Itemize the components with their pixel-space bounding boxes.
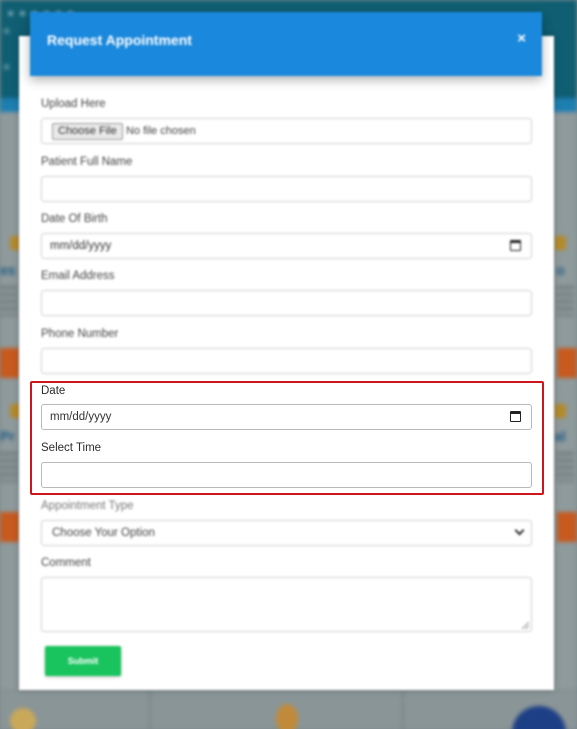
date-label: Date <box>41 385 66 397</box>
submit-button[interactable]: Submit <box>45 646 121 676</box>
background-button <box>0 348 20 378</box>
select-time-label: Select Time <box>41 442 102 454</box>
patient-name-label: Patient Full Name <box>41 156 133 168</box>
background-badge <box>554 236 566 250</box>
select-time-input[interactable] <box>41 462 532 488</box>
resize-grip-icon[interactable] <box>522 622 529 629</box>
calendar-icon[interactable] <box>510 411 521 422</box>
background-button <box>557 348 577 378</box>
patient-name-input[interactable] <box>41 176 532 202</box>
background-illustration <box>276 704 298 729</box>
date-placeholder: mm/dd/yyyy <box>50 411 112 423</box>
background-badge <box>554 404 566 418</box>
dob-label: Date Of Birth <box>41 213 108 225</box>
appointment-type-value: Choose Your Option <box>52 527 155 539</box>
upload-label: Upload Here <box>41 98 106 110</box>
close-icon[interactable]: × <box>517 30 526 47</box>
background-text-lines <box>0 286 18 316</box>
background-divider <box>149 690 151 729</box>
appointment-type-select[interactable]: Choose Your Option <box>41 520 532 546</box>
comment-textarea[interactable] <box>41 577 532 632</box>
background-illustration <box>10 708 36 729</box>
background-text-lines <box>556 286 574 316</box>
background-heading: Pr <box>0 428 15 444</box>
upload-field[interactable]: Choose File No file chosen <box>41 118 532 144</box>
modal-header: Request Appointment × <box>30 12 542 76</box>
background-text-lines <box>0 452 18 482</box>
background-text: ≡ <box>4 62 10 72</box>
background-button <box>0 512 20 542</box>
background-text: ≡ <box>4 26 10 36</box>
background-heading: es <box>0 262 16 278</box>
appointment-type-label: Appointment Type <box>41 500 134 512</box>
email-label: Email Address <box>41 270 115 282</box>
background-divider <box>402 690 404 729</box>
date-input[interactable]: mm/dd/yyyy <box>41 404 532 430</box>
chevron-down-icon[interactable] <box>514 525 525 536</box>
phone-input[interactable] <box>41 348 532 374</box>
dob-input[interactable]: mm/dd/yyyy <box>41 233 532 259</box>
calendar-icon[interactable] <box>510 240 521 251</box>
choose-file-button[interactable]: Choose File <box>52 123 123 140</box>
phone-label: Phone Number <box>41 328 119 340</box>
dob-placeholder: mm/dd/yyyy <box>50 240 112 252</box>
background-text-lines <box>556 452 574 482</box>
file-status: No file chosen <box>126 125 196 137</box>
background-heading: al <box>554 428 566 444</box>
appointment-modal: Request Appointment × Upload Here Choose… <box>19 12 554 690</box>
background-button <box>557 512 577 542</box>
background-heading: o <box>556 262 565 278</box>
comment-label: Comment <box>41 557 91 569</box>
modal-title: Request Appointment <box>47 32 192 48</box>
email-input[interactable] <box>41 290 532 316</box>
